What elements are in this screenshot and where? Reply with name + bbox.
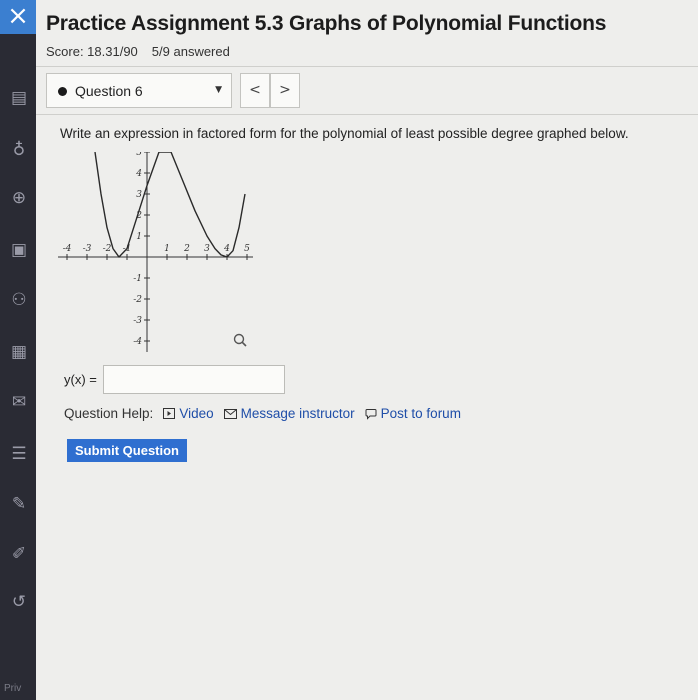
y-tick-label: -4 [133, 337, 142, 347]
document-icon[interactable]: ☰ [9, 444, 29, 464]
x-tick-label: 1 [164, 244, 170, 254]
globe-icon[interactable]: ⊕ [9, 188, 29, 208]
x-tick-label: 4 [223, 244, 230, 254]
y-tick-label: -3 [133, 316, 142, 326]
gradebook-icon[interactable]: ▤ [9, 88, 29, 108]
chevron-left-icon: < [249, 82, 261, 98]
post-to-forum-label: Post to forum [380, 406, 461, 421]
message-instructor-label: Message instructor [240, 406, 355, 421]
edit-icon[interactable]: ✐ [9, 544, 29, 564]
answer-label: y(x) = [64, 372, 97, 387]
book-icon[interactable]: ▣ [9, 240, 29, 260]
video-link-label: Video [179, 406, 214, 421]
tools-icon[interactable]: ✎ [9, 494, 29, 514]
x-tick-label: -3 [83, 244, 92, 254]
y-tick-label: -2 [133, 295, 142, 305]
video-link[interactable]: Video [163, 406, 214, 421]
sidebar: × ▤ ♁ ⊕ ▣ ⚇ ▦ ✉ ☰ ✎ ✐ ↺ Priv [0, 0, 36, 700]
logout-icon[interactable]: ↺ [9, 592, 29, 612]
people-icon[interactable]: ⚇ [9, 290, 29, 310]
video-icon [163, 408, 176, 419]
x-tick-label: 2 [183, 244, 190, 254]
x-tick-label: -4 [63, 244, 72, 254]
magnify-icon[interactable] [232, 332, 250, 350]
y-tick-label: 3 [136, 190, 142, 200]
next-question-button[interactable]: > [270, 73, 300, 108]
close-button[interactable]: × [0, 0, 36, 34]
submit-question-button[interactable]: Submit Question [67, 439, 187, 462]
calendar-icon[interactable]: ▦ [9, 342, 29, 362]
mail-icon[interactable]: ✉ [9, 392, 29, 412]
x-tick-label: -2 [103, 244, 112, 254]
question-select[interactable]: Question 6 ▼ [46, 73, 232, 108]
status-dot-icon [58, 87, 67, 96]
previous-question-button[interactable]: < [240, 73, 270, 108]
user-icon[interactable]: ♁ [9, 140, 29, 160]
speech-bubble-icon [365, 408, 377, 420]
chevron-right-icon: > [279, 82, 291, 98]
answer-input[interactable] [103, 365, 285, 394]
nav-divider [36, 114, 698, 115]
polynomial-graph: -5-4-3-2-11234554321-1-2-3-4-5 [58, 152, 253, 352]
score-line: Score: 18.31/90 5/9 answered [46, 44, 244, 59]
post-to-forum-link[interactable]: Post to forum [365, 406, 461, 421]
x-tick-label: 5 [244, 244, 250, 254]
chevron-down-icon: ▼ [215, 85, 222, 95]
question-help-label: Question Help: [64, 406, 154, 421]
y-tick-label: -1 [133, 274, 142, 284]
y-tick-label: 1 [136, 232, 142, 242]
polynomial-curve [94, 152, 246, 258]
question-prompt: Write an expression in factored form for… [60, 126, 629, 141]
question-help-row: Question Help: Video Message instructor … [64, 406, 461, 421]
page-title: Practice Assignment 5.3 Graphs of Polyno… [46, 12, 607, 35]
header-divider [36, 66, 698, 67]
x-tick-label: 3 [204, 244, 210, 254]
y-tick-label: 5 [136, 152, 142, 158]
close-icon: × [7, 1, 29, 31]
y-tick-label: 4 [135, 169, 142, 179]
score-text: Score: 18.31/90 [46, 44, 138, 59]
privacy-link[interactable]: Priv [4, 683, 21, 694]
question-select-label: Question 6 [75, 83, 143, 99]
answered-text: 5/9 answered [151, 44, 230, 59]
message-instructor-link[interactable]: Message instructor [223, 406, 355, 421]
mail-icon [223, 408, 237, 419]
